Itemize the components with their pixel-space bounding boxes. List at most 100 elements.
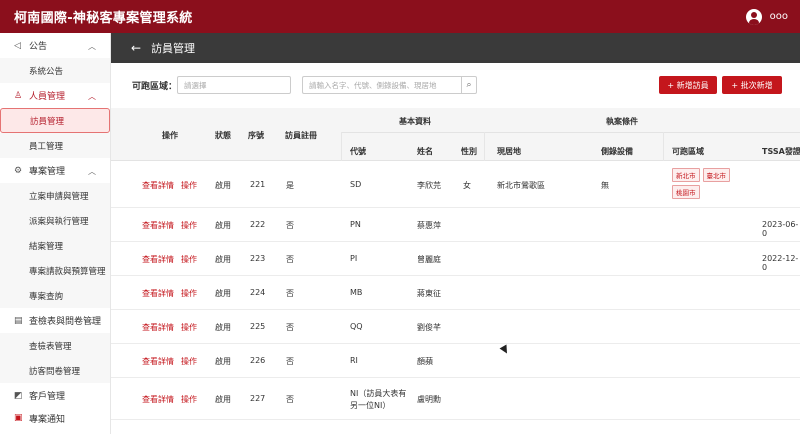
sidebar-item-project-query[interactable]: 專案查詢 bbox=[0, 283, 110, 308]
megaphone-icon: ◁ bbox=[14, 40, 21, 51]
username[interactable]: ooo bbox=[770, 11, 788, 22]
sidebar-group-checklist[interactable]: ▤ 查檢表與問卷管理 ︿ bbox=[0, 308, 110, 333]
table-row: 查看詳情 操作 啟用 227 否 NI（訪員大表有另一位NI） 盧明勳 bbox=[111, 378, 800, 420]
users-icon: ♙ bbox=[14, 90, 23, 101]
name-cell: 蔡惠萍 bbox=[417, 221, 441, 230]
chart-icon: ◩ bbox=[14, 390, 23, 401]
status-cell: 啟用 bbox=[215, 323, 231, 332]
region-select[interactable]: 請選擇 bbox=[177, 76, 291, 94]
chevron-up-icon[interactable]: ︿ bbox=[88, 91, 96, 102]
user-menu[interactable]: ooo bbox=[745, 8, 788, 25]
name-cell: 曾麗庭 bbox=[417, 255, 441, 264]
sidebar-group-label: 人員管理 bbox=[29, 92, 66, 102]
sidebar-item-interviewer-management[interactable]: 訪員管理 bbox=[0, 108, 110, 133]
sidebar-item-project-apply[interactable]: 立案申請與管理 bbox=[0, 183, 110, 208]
operation-link[interactable]: 操作 bbox=[181, 254, 197, 265]
code-cell: PN bbox=[350, 220, 361, 229]
header-separator bbox=[663, 132, 664, 161]
header-code: 代號 bbox=[350, 147, 366, 156]
header-exec-conditions: 執案條件 bbox=[606, 117, 638, 126]
sidebar-group-label: 專案管理 bbox=[29, 167, 66, 177]
view-details-link[interactable]: 查看詳情 bbox=[142, 394, 174, 405]
sidebar-item-survey-management[interactable]: 訪客問卷管理 bbox=[0, 358, 110, 383]
header-action: 操作 bbox=[162, 131, 178, 140]
table-row: 查看詳情 操作 啟用 222 否 PN 蔡惠萍 2023-06-0 bbox=[111, 208, 800, 242]
operation-link[interactable]: 操作 bbox=[181, 220, 197, 231]
chevron-up-icon[interactable]: ︿ bbox=[88, 166, 96, 177]
region-tag: 臺北市 bbox=[702, 168, 730, 182]
search-icon: ⌕ bbox=[466, 80, 472, 90]
name-cell: 顏蘋 bbox=[417, 357, 433, 366]
registration-cell: 否 bbox=[286, 357, 294, 366]
interviewer-table: 操作 狀態 序號 訪員註冊 基本資料 執案條件 代號 姓名 性別 現居地 側錄設… bbox=[111, 108, 800, 434]
sidebar-item-checklist-management[interactable]: 查檢表管理 bbox=[0, 333, 110, 358]
status-cell: 啟用 bbox=[215, 255, 231, 264]
view-details-link[interactable]: 查看詳情 bbox=[142, 220, 174, 231]
operation-link[interactable]: 操作 bbox=[181, 356, 197, 367]
header-divider bbox=[341, 132, 800, 133]
chevron-up-icon[interactable]: ︿ bbox=[88, 316, 96, 327]
gear-icon: ⚙ bbox=[14, 165, 23, 176]
sidebar-item-staff-management[interactable]: 員工管理 bbox=[0, 133, 110, 158]
sidebar-item-billing[interactable]: 專案請款與預算管理 bbox=[0, 258, 110, 283]
sidebar-item-closing[interactable]: 結案管理 bbox=[0, 233, 110, 258]
header-recording-device: 側錄設備 bbox=[601, 147, 633, 156]
chevron-up-icon[interactable]: ︿ bbox=[88, 41, 96, 52]
back-arrow-icon[interactable]: ← bbox=[131, 41, 141, 55]
header-residence: 現居地 bbox=[497, 147, 521, 156]
search-button[interactable]: ⌕ bbox=[461, 76, 477, 94]
code-cell: SD bbox=[350, 180, 362, 189]
add-interviewer-button[interactable]: + 新增訪員 bbox=[659, 76, 717, 94]
header-tssa-date: TSSA發證日 bbox=[762, 147, 800, 156]
table-row: 查看詳情 操作 啟用 221 是 SD 李欣芫 女 新北市鶯歌區 無 新北市 臺北市桃園市 bbox=[111, 162, 800, 208]
view-details-link[interactable]: 查看詳情 bbox=[142, 254, 174, 265]
header-separator bbox=[484, 132, 485, 161]
sidebar-group-personnel[interactable]: ♙ 人員管理 ︿ bbox=[0, 83, 110, 108]
code-cell: NI（訪員大表有另一位NI） bbox=[350, 389, 407, 410]
status-cell: 啟用 bbox=[215, 181, 231, 190]
batch-add-button[interactable]: + 批次新增 bbox=[722, 76, 782, 94]
header-serial: 序號 bbox=[248, 131, 264, 140]
header-name: 姓名 bbox=[417, 147, 433, 156]
name-cell: 李欣芫 bbox=[417, 181, 441, 190]
main-content: ← 訪員管理 可跑區域： 請選擇 請輸入名字、代號、側錄設備、現居地 ⌕ + 新… bbox=[111, 33, 800, 434]
serial-cell: 227 bbox=[250, 394, 266, 403]
tssa-date-cell: 2022-12-0 bbox=[762, 254, 799, 272]
view-details-link[interactable]: 查看詳情 bbox=[142, 288, 174, 299]
header-separator bbox=[341, 132, 342, 161]
operation-link[interactable]: 操作 bbox=[181, 322, 197, 333]
account-circle-icon[interactable] bbox=[745, 8, 762, 25]
serial-cell: 224 bbox=[250, 288, 266, 297]
code-cell: PI bbox=[350, 254, 358, 263]
header-region: 可跑區域 bbox=[672, 147, 704, 156]
region-tag: 桃園市 bbox=[672, 185, 700, 199]
sidebar-item-dispatch[interactable]: 派案與執行管理 bbox=[0, 208, 110, 233]
serial-cell: 226 bbox=[250, 356, 266, 365]
sidebar-group-project[interactable]: ⚙ 專案管理 ︿ bbox=[0, 158, 110, 183]
top-app-bar: 柯南國際-神秘客專案管理系統 ooo bbox=[0, 0, 800, 33]
operation-link[interactable]: 操作 bbox=[181, 288, 197, 299]
region-select-placeholder: 請選擇 bbox=[184, 80, 207, 90]
operation-link[interactable]: 操作 bbox=[181, 180, 197, 191]
header-status: 狀態 bbox=[215, 131, 231, 140]
operation-link[interactable]: 操作 bbox=[181, 394, 197, 405]
gender-cell: 女 bbox=[463, 181, 471, 190]
view-details-link[interactable]: 查看詳情 bbox=[142, 322, 174, 333]
sidebar-group-announcement[interactable]: ◁ 公告 ︿ bbox=[0, 33, 110, 58]
sidebar-item-system-announcement[interactable]: 系統公告 bbox=[0, 58, 110, 83]
status-cell: 啟用 bbox=[215, 221, 231, 230]
registration-cell: 是 bbox=[286, 181, 294, 190]
registration-cell: 否 bbox=[286, 255, 294, 264]
app-title: 柯南國際-神秘客專案管理系統 bbox=[14, 11, 193, 26]
sidebar-item-client-management[interactable]: ◩ 客戶管理 bbox=[0, 383, 110, 408]
view-details-link[interactable]: 查看詳情 bbox=[142, 180, 174, 191]
bell-icon: ▣ bbox=[14, 413, 23, 423]
view-details-link[interactable]: 查看詳情 bbox=[142, 356, 174, 367]
registration-cell: 否 bbox=[286, 323, 294, 332]
region-tags: 新北市 臺北市桃園市 bbox=[672, 168, 742, 202]
table-row: 查看詳情 操作 啟用 226 否 RI 顏蘋 bbox=[111, 344, 800, 378]
region-filter-label: 可跑區域： bbox=[132, 82, 178, 92]
search-input[interactable]: 請輸入名字、代號、側錄設備、現居地 bbox=[302, 76, 461, 94]
sidebar-item-project-notification[interactable]: ▣ 專案通知 bbox=[0, 408, 110, 428]
filter-bar: 可跑區域： 請選擇 請輸入名字、代號、側錄設備、現居地 ⌕ + 新增訪員 + 批… bbox=[111, 74, 800, 96]
